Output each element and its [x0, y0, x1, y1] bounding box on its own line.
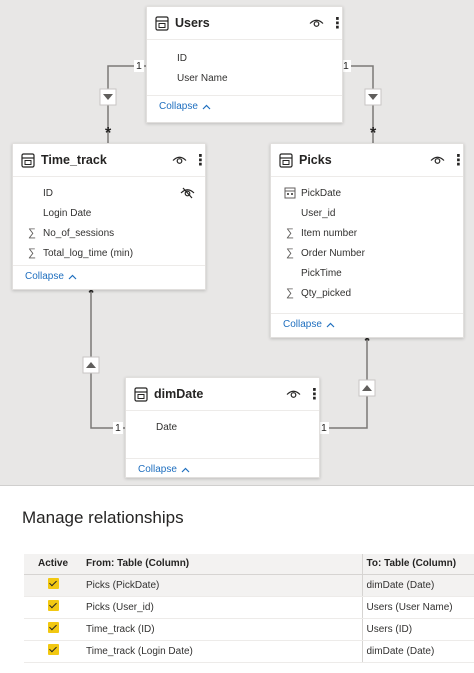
more-options-icon[interactable]: ⋮	[307, 387, 322, 402]
cardinality-one-label: 1	[113, 422, 123, 434]
table-card-header[interactable]: Picks ⋮	[271, 144, 466, 177]
field-name: No_of_sessions	[43, 227, 115, 239]
model-canvas[interactable]: 1 1 * * * * 1 1 Users ⋮ ID User Name Col…	[0, 0, 474, 486]
cardinality-one-label: 1	[319, 422, 329, 434]
cardinality-one-label: 1	[134, 60, 144, 72]
from-cell: Picks (PickDate)	[82, 574, 363, 597]
field-row[interactable]: ∑ Total_log_time (min)	[13, 243, 205, 263]
chevron-up-icon	[326, 322, 335, 327]
field-row[interactable]: ∑ Item number	[271, 223, 463, 243]
field-row[interactable]: ID	[147, 48, 342, 68]
field-row[interactable]: PickDate	[271, 183, 463, 203]
field-name: PickDate	[301, 187, 342, 199]
table-row[interactable]: Time_track (Login Date) dimDate (Date)	[24, 640, 474, 663]
field-name: Qty_picked	[301, 287, 352, 299]
active-checkbox[interactable]	[47, 622, 59, 633]
field-row[interactable]: ∑ No_of_sessions	[13, 223, 205, 243]
table-header-row: Active From: Table (Column) To: Table (C…	[24, 554, 474, 575]
table-title: Picks	[299, 153, 332, 167]
table-title: Users	[175, 16, 210, 30]
field-name: Login Date	[43, 207, 92, 219]
field-name: Total_log_time (min)	[43, 247, 134, 259]
table-icon	[21, 152, 35, 168]
field-row[interactable]: PickTime	[271, 263, 463, 283]
collapse-link[interactable]: Collapse	[271, 313, 463, 335]
collapse-label: Collapse	[283, 319, 322, 330]
eye-icon[interactable]	[309, 18, 324, 29]
field-name: User_id	[301, 207, 336, 219]
field-name: ID	[43, 187, 53, 199]
more-options-icon[interactable]: ⋮	[193, 153, 208, 168]
table-card-header[interactable]: Time_track ⋮	[13, 144, 208, 177]
hidden-eye-icon	[180, 187, 195, 199]
from-cell: Picks (User_id)	[82, 596, 363, 619]
to-cell: Users (ID)	[362, 618, 474, 641]
table-card-time-track[interactable]: Time_track ⋮ ID Login Date ∑ No_of_sessio…	[12, 143, 208, 290]
collapse-label: Collapse	[159, 101, 198, 112]
eye-icon[interactable]	[430, 155, 445, 166]
more-options-icon[interactable]: ⋮	[451, 153, 466, 168]
field-name: ID	[177, 52, 187, 64]
from-cell: Time_track (ID)	[82, 618, 363, 641]
sigma-icon: ∑	[286, 227, 294, 239]
relationships-table: Active From: Table (Column) To: Table (C…	[24, 554, 474, 663]
table-card-header[interactable]: dimDate ⋮	[126, 378, 322, 411]
table-title: dimDate	[154, 387, 204, 401]
from-cell: Time_track (Login Date)	[82, 640, 363, 663]
column-header-to[interactable]: To: Table (Column)	[362, 554, 474, 575]
table-card-header[interactable]: Users ⋮	[147, 7, 345, 40]
sigma-icon: ∑	[28, 247, 36, 259]
chevron-up-icon	[202, 104, 211, 109]
active-checkbox[interactable]	[47, 644, 59, 655]
table-title: Time_track	[41, 153, 107, 167]
chevron-up-icon	[181, 467, 190, 472]
sigma-icon: ∑	[286, 287, 294, 299]
eye-icon[interactable]	[172, 155, 187, 166]
eye-icon[interactable]	[286, 389, 301, 400]
table-card-users[interactable]: Users ⋮ ID User Name Collapse	[146, 6, 345, 123]
column-header-active[interactable]: Active	[24, 554, 82, 575]
column-header-from[interactable]: From: Table (Column)	[82, 554, 363, 575]
collapse-link[interactable]: Collapse	[147, 95, 342, 117]
collapse-link[interactable]: Collapse	[13, 265, 205, 287]
table-row[interactable]: Picks (User_id) Users (User Name)	[24, 596, 474, 619]
field-row[interactable]: ID	[13, 183, 205, 203]
to-cell: dimDate (Date)	[362, 640, 474, 663]
table-icon	[155, 15, 169, 31]
chevron-up-icon	[68, 274, 77, 279]
cardinality-many-label: *	[370, 125, 377, 142]
to-cell: dimDate (Date)	[362, 574, 474, 597]
field-name: User Name	[177, 72, 228, 84]
active-checkbox[interactable]	[47, 578, 59, 589]
field-row[interactable]: ∑ Qty_picked	[271, 283, 463, 303]
manage-relationships-panel: Manage relationships Active From: Table …	[0, 486, 474, 673]
table-row[interactable]: Time_track (ID) Users (ID)	[24, 618, 474, 641]
more-options-icon[interactable]: ⋮	[330, 16, 345, 31]
active-checkbox[interactable]	[47, 600, 59, 611]
field-row[interactable]: ∑ Order Number	[271, 243, 463, 263]
field-name: Date	[156, 421, 178, 433]
sigma-icon: ∑	[28, 227, 36, 239]
field-row[interactable]: Login Date	[13, 203, 205, 223]
field-row[interactable]: User Name	[147, 68, 342, 88]
table-card-dimdate[interactable]: dimDate ⋮ Date Collapse	[125, 377, 322, 480]
calendar-icon	[284, 187, 296, 199]
collapse-label: Collapse	[138, 464, 177, 475]
sigma-icon: ∑	[286, 247, 294, 259]
to-cell: Users (User Name)	[362, 596, 474, 619]
collapse-label: Collapse	[25, 271, 64, 282]
table-card-picks[interactable]: Picks ⋮ PickDate User_id ∑ Item number ∑ O…	[270, 143, 466, 338]
table-icon	[134, 386, 148, 402]
field-row[interactable]: User_id	[271, 203, 463, 223]
field-name: Item number	[301, 227, 358, 239]
table-row[interactable]: Picks (PickDate) dimDate (Date)	[24, 574, 474, 597]
field-name: Order Number	[301, 247, 365, 259]
cardinality-many-label: *	[105, 125, 112, 142]
collapse-link[interactable]: Collapse	[126, 458, 319, 480]
field-row[interactable]: Date	[126, 417, 319, 437]
table-icon	[279, 152, 293, 168]
field-name: PickTime	[301, 267, 342, 279]
panel-title: Manage relationships	[22, 508, 184, 527]
